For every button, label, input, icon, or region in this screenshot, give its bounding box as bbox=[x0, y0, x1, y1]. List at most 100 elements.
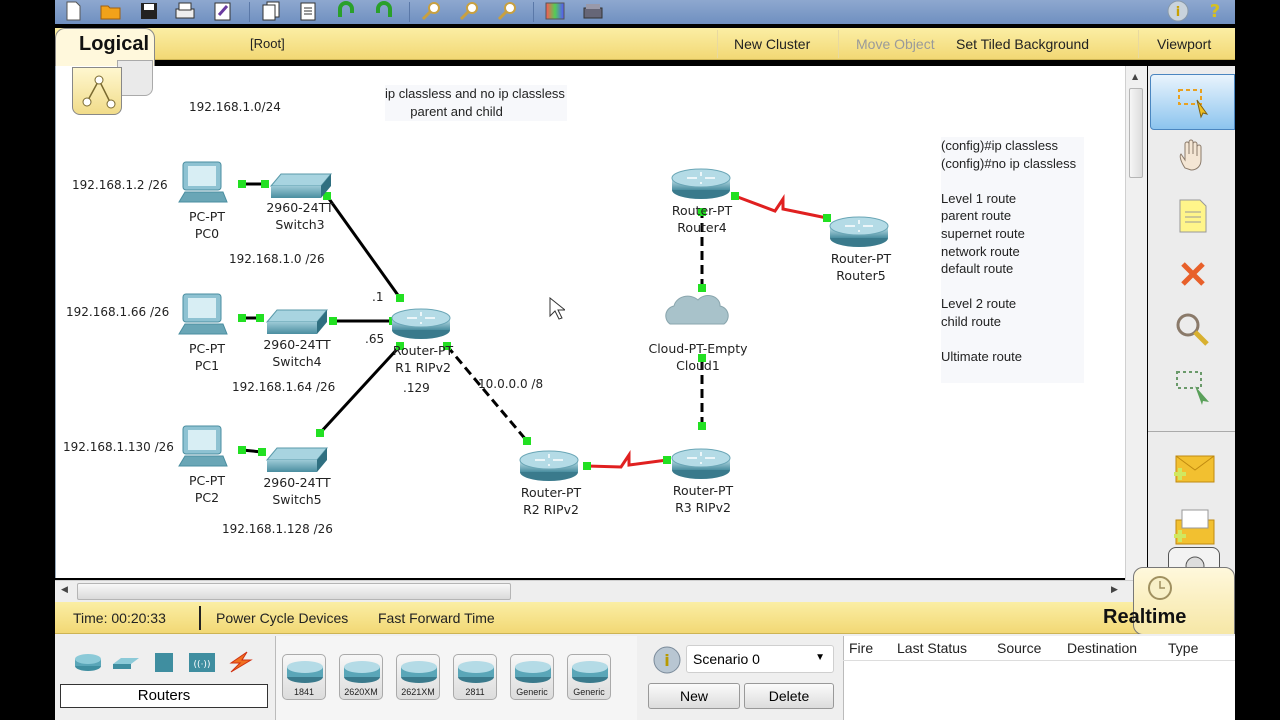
vertical-scrollbar[interactable]: ▲ bbox=[1125, 66, 1147, 580]
device-cloud1[interactable] bbox=[665, 295, 729, 325]
zoom-in-icon[interactable] bbox=[419, 0, 443, 22]
activity-wizard-icon[interactable] bbox=[211, 0, 235, 22]
label-pc2-ip: 192.168.1.130 /26 bbox=[63, 440, 174, 454]
device-pc2[interactable] bbox=[178, 425, 228, 467]
device-r1[interactable] bbox=[391, 308, 451, 339]
device-label-sw4[interactable]: 2960-24TT Switch4 bbox=[263, 336, 330, 370]
device-r3[interactable] bbox=[671, 448, 731, 479]
scenario-select[interactable]: Scenario 0 ▼ bbox=[686, 645, 834, 673]
select-tool[interactable] bbox=[1150, 74, 1235, 130]
main-toolbar: i ? bbox=[55, 0, 1235, 24]
zoom-reset-icon[interactable] bbox=[457, 0, 481, 22]
help-icon[interactable]: ? bbox=[1203, 0, 1227, 22]
category-routers[interactable] bbox=[72, 650, 104, 674]
inspect-tool[interactable] bbox=[1150, 302, 1235, 358]
device-model-button[interactable]: 2811 bbox=[453, 654, 497, 700]
device-label-r2[interactable]: Router-PT R2 RIPv2 bbox=[521, 484, 581, 518]
device-name: R1 RIPv2 bbox=[395, 360, 451, 375]
new-cluster-button[interactable]: New Cluster bbox=[734, 36, 810, 52]
device-label-sw5[interactable]: 2960-24TT Switch5 bbox=[263, 474, 330, 508]
device-label-pc1[interactable]: PC-PT PC1 bbox=[189, 340, 225, 374]
note-ip-classless[interactable]: ip classless and no ip classless parent … bbox=[385, 85, 567, 121]
device-model-button[interactable]: 2621XM bbox=[396, 654, 440, 700]
info-icon[interactable]: i bbox=[1165, 0, 1191, 22]
vertical-scroll-thumb[interactable] bbox=[1129, 88, 1143, 178]
device-label-r4[interactable]: Router-PT Router4 bbox=[672, 202, 732, 236]
delete-scenario-button[interactable]: Delete bbox=[744, 683, 834, 709]
new-scenario-button[interactable]: New bbox=[648, 683, 740, 709]
device-label-cloud1[interactable]: Cloud-PT-Empty Cloud1 bbox=[648, 340, 747, 374]
category-switches[interactable] bbox=[110, 650, 142, 674]
root-breadcrumb[interactable]: [Root] bbox=[250, 36, 285, 51]
device-pc0[interactable] bbox=[178, 161, 228, 203]
redo-icon[interactable] bbox=[371, 0, 395, 22]
device-label-r1[interactable]: Router-PT R1 RIPv2 bbox=[393, 342, 453, 376]
device-pc1[interactable] bbox=[178, 293, 228, 335]
packet-tracer-window: i ? Logical [Root] New Cluster Move Obje… bbox=[0, 0, 1280, 720]
zoom-out-icon[interactable] bbox=[495, 0, 519, 22]
device-model-button[interactable]: 1841 bbox=[282, 654, 326, 700]
paste-icon[interactable] bbox=[297, 0, 321, 22]
device-model-button[interactable]: Generic bbox=[567, 654, 611, 700]
scenario-info-icon[interactable]: i bbox=[652, 645, 682, 679]
device-category-label: Routers bbox=[60, 684, 268, 708]
device-model: Router-PT bbox=[671, 203, 733, 218]
device-label-r5[interactable]: Router-PT Router5 bbox=[831, 250, 891, 284]
new-file-icon[interactable] bbox=[61, 0, 85, 22]
device-r4[interactable] bbox=[671, 168, 731, 199]
device-label-r3[interactable]: Router-PT R3 RIPv2 bbox=[673, 482, 733, 516]
label-wan: 10.0.0.0 /8 bbox=[478, 377, 544, 391]
category-hubs[interactable] bbox=[148, 650, 180, 674]
simple-pdu-icon bbox=[1173, 455, 1214, 483]
save-icon[interactable] bbox=[137, 0, 161, 22]
custom-devices-icon[interactable] bbox=[581, 0, 605, 22]
category-wireless[interactable]: ((·)) bbox=[186, 650, 218, 674]
move-object-button[interactable]: Move Object bbox=[856, 36, 935, 52]
device-model-label: Generic bbox=[573, 687, 605, 697]
column-destination[interactable]: Destination bbox=[1067, 640, 1137, 656]
device-label-sw3[interactable]: 2960-24TT Switch3 bbox=[266, 199, 333, 233]
viewport-button[interactable]: Viewport bbox=[1157, 36, 1211, 52]
column-last-status[interactable]: Last Status bbox=[897, 640, 967, 656]
link-light bbox=[316, 429, 324, 437]
device-sw3[interactable] bbox=[269, 173, 333, 198]
horizontal-scrollbar[interactable]: ◀ ▶ bbox=[55, 580, 1135, 602]
device-r2[interactable] bbox=[519, 450, 579, 481]
realtime-title: Realtime bbox=[1103, 606, 1187, 628]
category-connections[interactable] bbox=[224, 650, 256, 674]
device-label-pc2[interactable]: PC-PT PC2 bbox=[189, 472, 225, 506]
palette-icon[interactable] bbox=[543, 0, 567, 22]
column-fire[interactable]: Fire bbox=[849, 640, 873, 656]
move-layout-tool[interactable] bbox=[1150, 128, 1235, 184]
device-r5[interactable] bbox=[829, 216, 889, 247]
power-cycle-devices-button[interactable]: Power Cycle Devices bbox=[216, 610, 348, 626]
column-source[interactable]: Source bbox=[997, 640, 1041, 656]
device-sw4[interactable] bbox=[265, 309, 329, 334]
fast-forward-time-button[interactable]: Fast Forward Time bbox=[378, 610, 495, 626]
set-tiled-background-button[interactable]: Set Tiled Background bbox=[956, 36, 1089, 52]
note-route-types[interactable]: (config)#ip classless (config)#no ip cla… bbox=[941, 137, 1084, 383]
device-model-label: 2811 bbox=[465, 687, 485, 697]
delete-tool[interactable] bbox=[1150, 246, 1235, 302]
device-sw5[interactable] bbox=[265, 447, 329, 472]
copy-icon[interactable] bbox=[259, 0, 283, 22]
place-note-tool[interactable] bbox=[1150, 188, 1235, 244]
router-model-icon bbox=[287, 661, 323, 683]
column-type[interactable]: Type bbox=[1168, 640, 1198, 656]
link-r2-r3 bbox=[583, 450, 671, 470]
add-simple-pdu-tool[interactable] bbox=[1150, 442, 1235, 498]
label-if-129: .129 bbox=[403, 381, 430, 395]
device-label-pc0[interactable]: PC-PT PC0 bbox=[189, 208, 225, 242]
undo-icon[interactable] bbox=[335, 0, 359, 22]
resize-shape-tool[interactable] bbox=[1150, 358, 1235, 414]
link-light bbox=[238, 180, 246, 188]
device-model-button[interactable]: Generic bbox=[510, 654, 554, 700]
link-pc2-sw5 bbox=[238, 446, 266, 456]
horizontal-scroll-thumb[interactable] bbox=[77, 583, 511, 600]
device-name: PC1 bbox=[194, 358, 220, 373]
router-model-icon bbox=[344, 661, 380, 683]
add-complex-pdu-tool[interactable] bbox=[1150, 498, 1235, 554]
open-folder-icon[interactable] bbox=[99, 0, 123, 22]
print-icon[interactable] bbox=[173, 0, 197, 22]
device-model-button[interactable]: 2620XM bbox=[339, 654, 383, 700]
